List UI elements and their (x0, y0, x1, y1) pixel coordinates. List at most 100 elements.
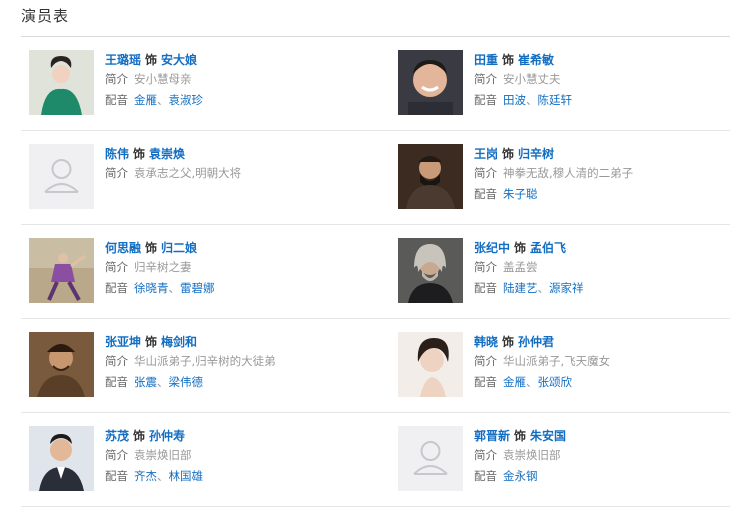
intro-text: 华山派弟子,归辛树的大徒弟 (134, 354, 276, 368)
actor-name-link[interactable]: 张亚坤 (105, 335, 141, 349)
actor-photo[interactable] (398, 144, 463, 209)
role-name-link[interactable]: 归二娘 (161, 241, 197, 255)
actor-photo[interactable] (398, 238, 463, 303)
actor-photo[interactable] (398, 332, 463, 397)
intro-text: 袁崇焕旧部 (503, 448, 561, 462)
cast-card: 王岗饰归辛树 简介 神拳无敌,穆人清的二弟子 配音 朱子聪 (390, 131, 735, 224)
as-label: 饰 (145, 335, 158, 349)
intro-text: 袁承志之父,明朝大将 (134, 166, 242, 180)
actor-photo[interactable] (398, 50, 463, 115)
cast-row: 何思融饰归二娘 简介 归辛树之妻 配音 徐晓青、雷碧娜 张纪中饰孟伯飞 简介 盖孟尝 配音 陆建艺… (21, 225, 730, 319)
actor-name-link[interactable]: 王岗 (474, 147, 498, 161)
cast-row: 苏茂饰孙仲寿 简介 袁崇焕旧部 配音 齐杰、林国雄 郭晋新饰朱安国 简介 袁崇焕旧部 配音 金永钢 (21, 413, 730, 507)
intro-line: 简介 袁承志之父,明朝大将 (105, 163, 365, 184)
voice-label: 配音 (474, 375, 497, 389)
actor-photo[interactable] (29, 50, 94, 115)
voice-actor-link[interactable]: 林国雄 (169, 469, 204, 483)
intro-label: 简介 (105, 260, 128, 274)
avatar-placeholder-icon[interactable] (398, 426, 463, 491)
actor-photo[interactable] (29, 426, 94, 491)
cast-card: 韩晓饰孙仲君 简介 华山派弟子,飞天魔女 配音 金雁、张颂欣 (390, 319, 735, 412)
cast-card: 陈伟饰袁崇焕简介 袁承志之父,明朝大将 (21, 131, 366, 224)
voice-actor-link[interactable]: 金雁 (134, 93, 157, 107)
actor-name-link[interactable]: 张纪中 (474, 241, 510, 255)
cast-row: 王璐瑶饰安大娘 简介 安小慧母亲 配音 金雁、袁淑珍 田重饰崔希敏 简介 安小慧丈夫 配音 田波、… (21, 37, 730, 131)
voice-actor-link[interactable]: 徐晓青 (134, 281, 169, 295)
voice-actor-link[interactable]: 齐杰 (134, 469, 157, 483)
voice-actor-link[interactable]: 田波 (503, 93, 526, 107)
actor-name-link[interactable]: 郭晋新 (474, 429, 510, 443)
intro-text: 安小慧丈夫 (503, 72, 561, 86)
voice-actor-link[interactable]: 袁淑珍 (169, 93, 204, 107)
cast-card: 田重饰崔希敏 简介 安小慧丈夫 配音 田波、陈廷轩 (390, 37, 735, 130)
role-name-link[interactable]: 朱安国 (530, 429, 566, 443)
voice-actor-link[interactable]: 金永钢 (503, 469, 538, 483)
cast-card: 何思融饰归二娘 简介 归辛树之妻 配音 徐晓青、雷碧娜 (21, 225, 366, 318)
role-name-link[interactable]: 孟伯飞 (530, 241, 566, 255)
role-name-link[interactable]: 归辛树 (518, 147, 554, 161)
actor-name-link[interactable]: 陈伟 (105, 147, 129, 161)
actor-name-link[interactable]: 田重 (474, 53, 498, 67)
as-label: 饰 (145, 241, 158, 255)
voice-actor-link[interactable]: 源家祥 (549, 281, 584, 295)
intro-line: 简介 华山派弟子,飞天魔女 (474, 351, 734, 372)
voice-separator: 、 (168, 281, 181, 295)
voice-line: 配音 朱子聪 (474, 184, 734, 205)
voice-actor-link[interactable]: 张颂欣 (538, 375, 573, 389)
cast-info: 郭晋新饰朱安国 简介 袁崇焕旧部 配音 金永钢 (474, 427, 734, 487)
intro-text: 安小慧母亲 (134, 72, 192, 86)
voice-line: 配音 田波、陈廷轩 (474, 90, 734, 111)
voice-line: 配音 金雁、袁淑珍 (105, 90, 365, 111)
voice-actor-link[interactable]: 朱子聪 (503, 187, 538, 201)
intro-line: 简介 盖孟尝 (474, 257, 734, 278)
voice-actor-link[interactable]: 陆建艺 (503, 281, 538, 295)
voice-actor-link[interactable]: 陈廷轩 (538, 93, 573, 107)
intro-line: 简介 安小慧丈夫 (474, 69, 734, 90)
name-line: 张亚坤饰梅剑和 (105, 333, 365, 351)
intro-label: 简介 (105, 72, 128, 86)
cast-card: 郭晋新饰朱安国 简介 袁崇焕旧部 配音 金永钢 (390, 413, 735, 506)
voice-line: 配音 齐杰、林国雄 (105, 466, 365, 487)
voice-label: 配音 (105, 93, 128, 107)
intro-label: 简介 (105, 166, 128, 180)
cast-info: 何思融饰归二娘 简介 归辛树之妻 配音 徐晓青、雷碧娜 (105, 239, 365, 299)
as-label: 饰 (514, 429, 527, 443)
actor-name-link[interactable]: 苏茂 (105, 429, 129, 443)
role-name-link[interactable]: 孙仲寿 (149, 429, 185, 443)
intro-line: 简介 归辛树之妻 (105, 257, 365, 278)
actor-photo[interactable] (29, 238, 94, 303)
as-label: 饰 (133, 147, 146, 161)
role-name-link[interactable]: 袁崇焕 (149, 147, 185, 161)
cast-info: 田重饰崔希敏 简介 安小慧丈夫 配音 田波、陈廷轩 (474, 51, 734, 111)
voice-actor-link[interactable]: 金雁 (503, 375, 526, 389)
actor-photo[interactable] (29, 332, 94, 397)
role-name-link[interactable]: 安大娘 (161, 53, 197, 67)
voice-separator: 、 (526, 93, 538, 107)
voice-line: 配音 徐晓青、雷碧娜 (105, 278, 365, 299)
section-title: 演员表 (21, 7, 70, 25)
role-name-link[interactable]: 孙仲君 (518, 335, 554, 349)
voice-actor-link[interactable]: 雷碧娜 (180, 281, 215, 295)
intro-text: 华山派弟子,飞天魔女 (503, 354, 611, 368)
name-line: 郭晋新饰朱安国 (474, 427, 734, 445)
role-name-link[interactable]: 梅剑和 (161, 335, 197, 349)
voice-actor-link[interactable]: 梁伟德 (169, 375, 204, 389)
as-label: 饰 (502, 335, 515, 349)
actor-name-link[interactable]: 何思融 (105, 241, 141, 255)
intro-label: 简介 (474, 260, 497, 274)
cast-info: 张纪中饰孟伯飞 简介 盖孟尝 配音 陆建艺、源家祥 (474, 239, 734, 299)
intro-label: 简介 (105, 448, 128, 462)
intro-text: 归辛树之妻 (134, 260, 192, 274)
cast-card: 张亚坤饰梅剑和 简介 华山派弟子,归辛树的大徒弟 配音 张震、梁伟德 (21, 319, 366, 412)
name-line: 何思融饰归二娘 (105, 239, 365, 257)
avatar-placeholder-icon[interactable] (29, 144, 94, 209)
name-line: 韩晓饰孙仲君 (474, 333, 734, 351)
name-line: 王璐瑶饰安大娘 (105, 51, 365, 69)
cast-row: 陈伟饰袁崇焕 简介 袁承志之父,明朝大将 王岗饰归辛树 简介 神拳无敌,穆人清的二弟子 配音… (21, 131, 730, 225)
actor-name-link[interactable]: 韩晓 (474, 335, 498, 349)
voice-line: 配音 金雁、张颂欣 (474, 372, 734, 393)
voice-actor-link[interactable]: 张震 (134, 375, 157, 389)
role-name-link[interactable]: 崔希敏 (518, 53, 554, 67)
voice-line: 配音 陆建艺、源家祥 (474, 278, 734, 299)
actor-name-link[interactable]: 王璐瑶 (105, 53, 141, 67)
